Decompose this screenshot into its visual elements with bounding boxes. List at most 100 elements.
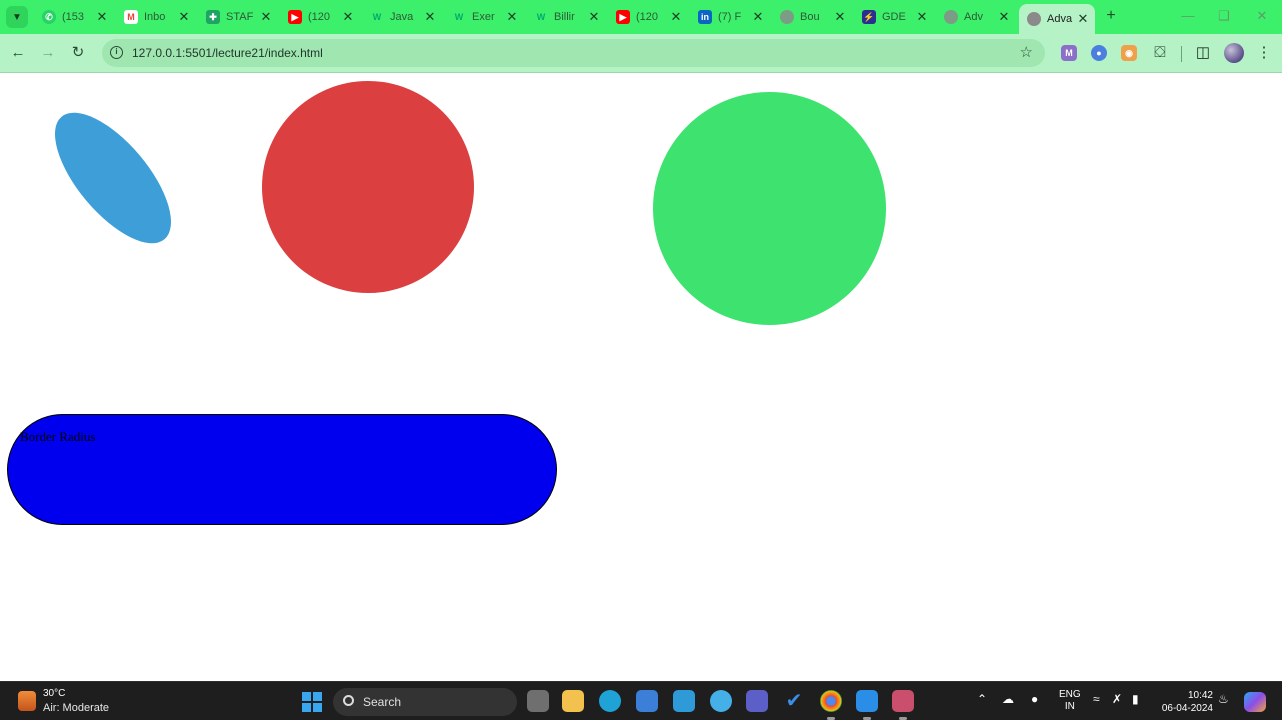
minimize-button[interactable]: — bbox=[1178, 8, 1198, 23]
extension-m-icon[interactable]: M bbox=[1061, 45, 1077, 61]
close-window-button[interactable]: ✕ bbox=[1252, 8, 1272, 24]
side-panel-icon[interactable]: ◫ bbox=[1193, 43, 1213, 63]
extensions-puzzle-icon[interactable]: ⛋ bbox=[1150, 43, 1170, 63]
weather-temp[interactable]: 30°C bbox=[43, 688, 65, 699]
blue-ellipse-shape bbox=[34, 94, 192, 262]
weather-icon[interactable] bbox=[18, 691, 36, 711]
tab-close-icon[interactable]: ✕ bbox=[424, 9, 436, 25]
tab-close-icon[interactable]: ✕ bbox=[916, 9, 928, 25]
tab-title: (153 bbox=[62, 11, 85, 23]
tab-8[interactable]: ▶ (120 ✕ bbox=[608, 5, 688, 29]
tab-close-icon[interactable]: ✕ bbox=[588, 9, 600, 25]
extension-globe-icon[interactable]: ● bbox=[1091, 45, 1107, 61]
updates-icon[interactable] bbox=[710, 690, 732, 712]
tab-title: (120 bbox=[636, 11, 659, 23]
taskbar-search[interactable]: Search bbox=[333, 688, 517, 716]
sheets-icon: ✚ bbox=[206, 10, 220, 24]
tab-close-icon[interactable]: ✕ bbox=[752, 9, 764, 25]
tab-close-icon[interactable]: ✕ bbox=[342, 9, 354, 25]
globe-icon bbox=[944, 10, 958, 24]
file-explorer-icon[interactable] bbox=[562, 690, 584, 712]
lang-line2: IN bbox=[1064, 701, 1075, 712]
tab-title: Adva bbox=[1047, 13, 1073, 25]
page-viewport: Border Radius bbox=[0, 73, 1282, 681]
profile-avatar[interactable] bbox=[1224, 43, 1244, 63]
new-tab-button[interactable]: + bbox=[1103, 7, 1119, 25]
bookmark-star-icon[interactable]: ☆ bbox=[1020, 43, 1033, 61]
tab-4[interactable]: ▶ (120 ✕ bbox=[280, 5, 360, 29]
tab-close-icon[interactable]: ✕ bbox=[96, 9, 108, 25]
linkedin-icon: in bbox=[698, 10, 712, 24]
tab-title: Bou bbox=[800, 11, 820, 23]
tab-11[interactable]: ⚡ GDE ✕ bbox=[854, 5, 934, 29]
tab-title: (120 bbox=[308, 11, 331, 23]
youtube-icon: ▶ bbox=[288, 10, 302, 24]
microphone-icon[interactable]: ● bbox=[1031, 692, 1038, 706]
tab-title: Java bbox=[390, 11, 414, 23]
copilot-icon[interactable] bbox=[1244, 692, 1266, 712]
windows-taskbar: 30°C Air: Moderate Search ✔ ⌃ ☁ ● ENG IN… bbox=[0, 681, 1282, 720]
maximize-button[interactable]: ❑ bbox=[1214, 8, 1234, 24]
tab-close-icon[interactable]: ✕ bbox=[998, 9, 1010, 25]
tab-close-icon[interactable]: ✕ bbox=[1077, 11, 1089, 27]
weather-condition[interactable]: Air: Moderate bbox=[43, 702, 109, 714]
tab-13-active[interactable]: Adva ✕ bbox=[1019, 4, 1095, 34]
forward-button[interactable]: → bbox=[38, 43, 58, 63]
tab-close-icon[interactable]: ✕ bbox=[670, 9, 682, 25]
mysql-icon[interactable] bbox=[673, 690, 695, 712]
snipping-tool-icon[interactable] bbox=[892, 690, 914, 720]
tab-title: Inbo bbox=[144, 11, 166, 23]
w3schools-icon: W bbox=[454, 12, 464, 22]
onedrive-icon[interactable]: ☁ bbox=[1002, 692, 1014, 706]
search-icon bbox=[343, 695, 354, 706]
tab-3[interactable]: ✚ STAF ✕ bbox=[198, 5, 278, 29]
tab-6[interactable]: W Exer ✕ bbox=[444, 5, 524, 29]
chrome-icon[interactable] bbox=[820, 690, 842, 720]
tab-title: STAF bbox=[226, 11, 254, 23]
site-info-icon[interactable]: i bbox=[110, 46, 123, 59]
task-view-icon[interactable] bbox=[527, 690, 549, 712]
edge-icon[interactable] bbox=[599, 690, 621, 712]
address-bar[interactable]: i 127.0.0.1:5501/lecture21/index.html ☆ bbox=[102, 39, 1045, 67]
show-hidden-icons-icon[interactable]: ⌃ bbox=[977, 692, 987, 706]
tab-12[interactable]: Adv ✕ bbox=[936, 5, 1016, 29]
tab-1[interactable]: ✆ (153 ✕ bbox=[34, 5, 114, 29]
system-clock[interactable]: 10:42 06-04-2024 bbox=[1160, 689, 1213, 715]
teams-icon[interactable] bbox=[746, 690, 768, 712]
clock-time: 10:42 bbox=[1187, 690, 1213, 701]
w3schools-icon: W bbox=[536, 12, 546, 22]
globe-icon bbox=[1027, 12, 1041, 26]
back-button[interactable]: ← bbox=[8, 43, 28, 63]
wifi-icon[interactable]: ≈ bbox=[1093, 692, 1100, 706]
w3schools-icon: W bbox=[372, 12, 382, 22]
extension-orange-icon[interactable]: ◉ bbox=[1121, 45, 1137, 61]
address-url[interactable]: 127.0.0.1:5501/lecture21/index.html bbox=[132, 46, 323, 60]
lang-line1: ENG bbox=[1059, 689, 1081, 700]
browser-toolbar: ← → ↻ i 127.0.0.1:5501/lecture21/index.h… bbox=[0, 34, 1282, 73]
youtube-icon: ▶ bbox=[616, 10, 630, 24]
tab-close-icon[interactable]: ✕ bbox=[506, 9, 518, 25]
tab-9[interactable]: in (7) F ✕ bbox=[690, 5, 770, 29]
toolbar-divider bbox=[1181, 46, 1182, 62]
todo-check-icon[interactable]: ✔ bbox=[783, 690, 805, 712]
tab-close-icon[interactable]: ✕ bbox=[834, 9, 846, 25]
store-icon[interactable] bbox=[636, 690, 658, 712]
tab-2[interactable]: M Inbo ✕ bbox=[116, 5, 196, 29]
tab-7[interactable]: W Billir ✕ bbox=[526, 5, 606, 29]
blue-pill-box: Border Radius bbox=[7, 414, 557, 525]
vscode-icon[interactable] bbox=[856, 690, 878, 720]
volume-muted-icon[interactable]: ✗ bbox=[1112, 692, 1122, 706]
tab-search-button[interactable]: ▼ bbox=[6, 6, 28, 28]
tab-10[interactable]: Bou ✕ bbox=[772, 5, 852, 29]
tab-title: (7) F bbox=[718, 11, 742, 23]
notifications-bell-icon[interactable]: ♨ bbox=[1218, 692, 1229, 706]
tab-close-icon[interactable]: ✕ bbox=[178, 9, 190, 25]
language-indicator[interactable]: ENG IN bbox=[1059, 689, 1081, 713]
tab-close-icon[interactable]: ✕ bbox=[260, 9, 272, 25]
battery-icon[interactable]: ▮ bbox=[1132, 692, 1139, 706]
chrome-menu-icon[interactable]: ⋮ bbox=[1254, 43, 1274, 63]
start-button-icon[interactable] bbox=[302, 692, 322, 712]
pill-text: Border Radius bbox=[20, 429, 96, 444]
reload-button[interactable]: ↻ bbox=[68, 43, 88, 63]
tab-5[interactable]: W Java ✕ bbox=[362, 5, 442, 29]
